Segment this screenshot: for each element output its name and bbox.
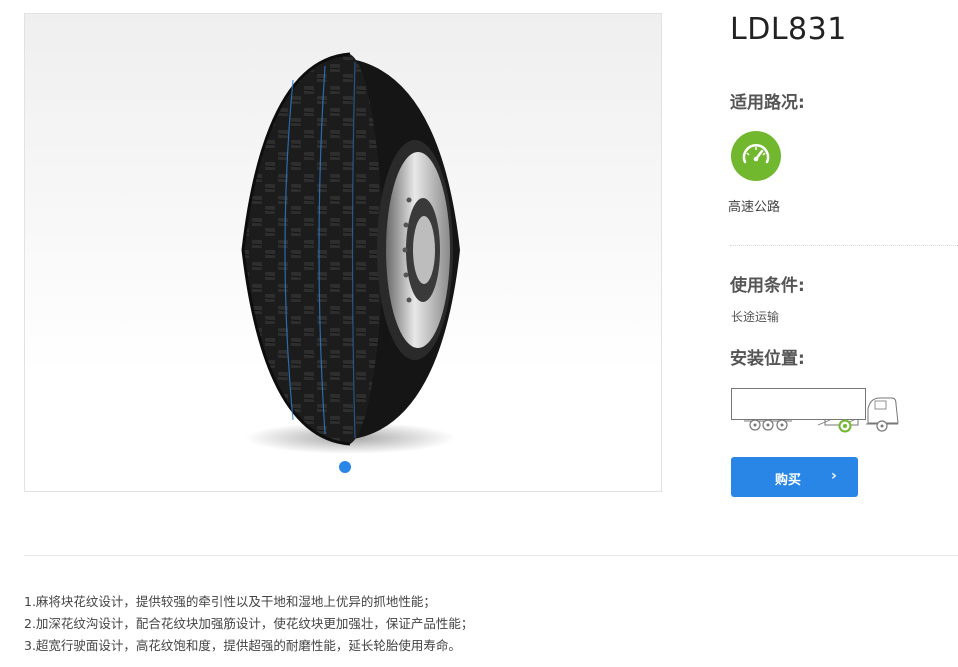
- section-divider: [24, 555, 958, 556]
- product-title: LDL831: [730, 12, 847, 47]
- conditions-value: 长途运输: [731, 310, 780, 324]
- divider: [730, 245, 958, 246]
- chevron-right-icon: ›: [831, 468, 837, 484]
- truck-axle-diagram: [731, 388, 899, 433]
- conditions-heading: 使用条件:: [730, 276, 805, 296]
- product-gallery[interactable]: [24, 13, 662, 492]
- position-heading: 安装位置:: [730, 349, 805, 369]
- feature-item: 3.超宽行驶面设计，高花纹饱和度，提供超强的耐磨性能，延长轮胎使用寿命。: [24, 638, 461, 653]
- speedometer-icon: [731, 131, 781, 181]
- carousel-dot-active[interactable]: [339, 461, 351, 473]
- buy-button-label: 购买: [775, 473, 802, 488]
- feature-list: 1.麻将块花纹设计，提供较强的牵引性以及干地和湿地上优异的抓地性能； 2.加深花…: [24, 591, 473, 657]
- buy-button[interactable]: 购买 ›: [731, 457, 858, 497]
- road-condition-label: 高速公路: [728, 200, 781, 215]
- feature-item: 2.加深花纹沟设计，配合花纹块加强筋设计，使花纹块更加强壮，保证产品性能；: [24, 616, 474, 631]
- tire-image: [241, 52, 460, 454]
- feature-item: 1.麻将块花纹设计，提供较强的牵引性以及干地和湿地上优异的抓地性能；: [24, 594, 436, 609]
- road-heading: 适用路况:: [730, 93, 805, 113]
